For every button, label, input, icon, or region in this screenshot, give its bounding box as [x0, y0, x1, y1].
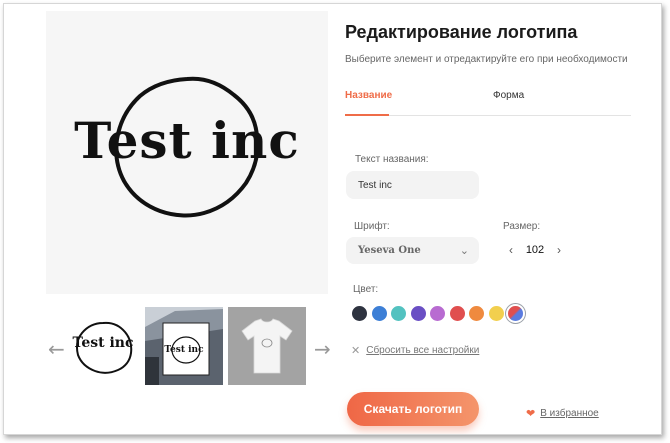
gallery-prev-arrow-icon[interactable]: ←	[48, 337, 65, 361]
thumbnail-signboard[interactable]: Test inc	[145, 307, 223, 385]
size-stepper: ‹ 102 ›	[505, 238, 565, 262]
font-select[interactable]: Yeseva One ⌄	[346, 237, 479, 264]
tshirt-photo-image	[228, 307, 306, 385]
logo-preview-text: Test inc	[74, 111, 300, 170]
signboard-logo-text: Test inc	[164, 345, 204, 355]
color-swatch[interactable]	[410, 306, 426, 321]
logo-preview: Test inc	[46, 11, 328, 294]
size-field-label: Размер:	[503, 221, 541, 232]
font-field-label: Шрифт:	[354, 221, 390, 232]
page-subtitle: Выберите элемент и отредактируйте его пр…	[345, 54, 628, 65]
reset-settings-label: Сбросить все настройки	[366, 345, 480, 356]
color-swatch[interactable]	[371, 306, 387, 321]
size-increase-chevron-right-icon[interactable]: ›	[553, 243, 565, 257]
gallery-next-arrow-icon[interactable]: →	[314, 337, 331, 361]
download-logo-button[interactable]: Скачать логотип	[347, 392, 479, 426]
thumb-logo-text: Test inc	[72, 335, 134, 351]
font-select-value: Yeseva One	[358, 245, 421, 256]
heart-icon: ❤	[526, 408, 536, 420]
tab-shape[interactable]: Форма	[493, 90, 524, 101]
logo-editor-window: Test inc ← Test inc Test inc → Редактиро…	[3, 3, 662, 435]
thumbnail-logo[interactable]: Test inc	[64, 307, 142, 385]
size-decrease-chevron-left-icon[interactable]: ‹	[505, 243, 517, 257]
reset-settings-link[interactable]: ✕ Сбросить все настройки	[351, 344, 479, 357]
color-swatch[interactable]	[352, 306, 367, 321]
close-icon: ✕	[351, 345, 361, 357]
editor-tabs: Название Форма	[345, 90, 631, 116]
color-swatch[interactable]	[449, 306, 465, 321]
name-text-field[interactable]: Test inc	[346, 171, 479, 199]
tab-name[interactable]: Название	[345, 90, 392, 101]
page-title: Редактирование логотипа	[345, 22, 578, 42]
active-tab-indicator	[345, 114, 389, 116]
color-field-label: Цвет:	[353, 284, 379, 295]
chevron-down-icon: ⌄	[459, 245, 469, 257]
color-swatch[interactable]	[391, 306, 406, 321]
color-swatch[interactable]	[469, 306, 484, 321]
color-swatch[interactable]	[508, 306, 523, 321]
thumbnail-tshirt[interactable]	[228, 307, 306, 385]
favorites-label: В избранное	[540, 408, 599, 419]
color-swatch[interactable]	[488, 306, 504, 321]
color-swatch[interactable]	[430, 306, 445, 321]
size-value[interactable]: 102	[526, 244, 544, 256]
add-to-favorites-link[interactable]: ❤ В избранное	[526, 407, 599, 420]
name-field-label: Текст названия:	[355, 154, 429, 165]
